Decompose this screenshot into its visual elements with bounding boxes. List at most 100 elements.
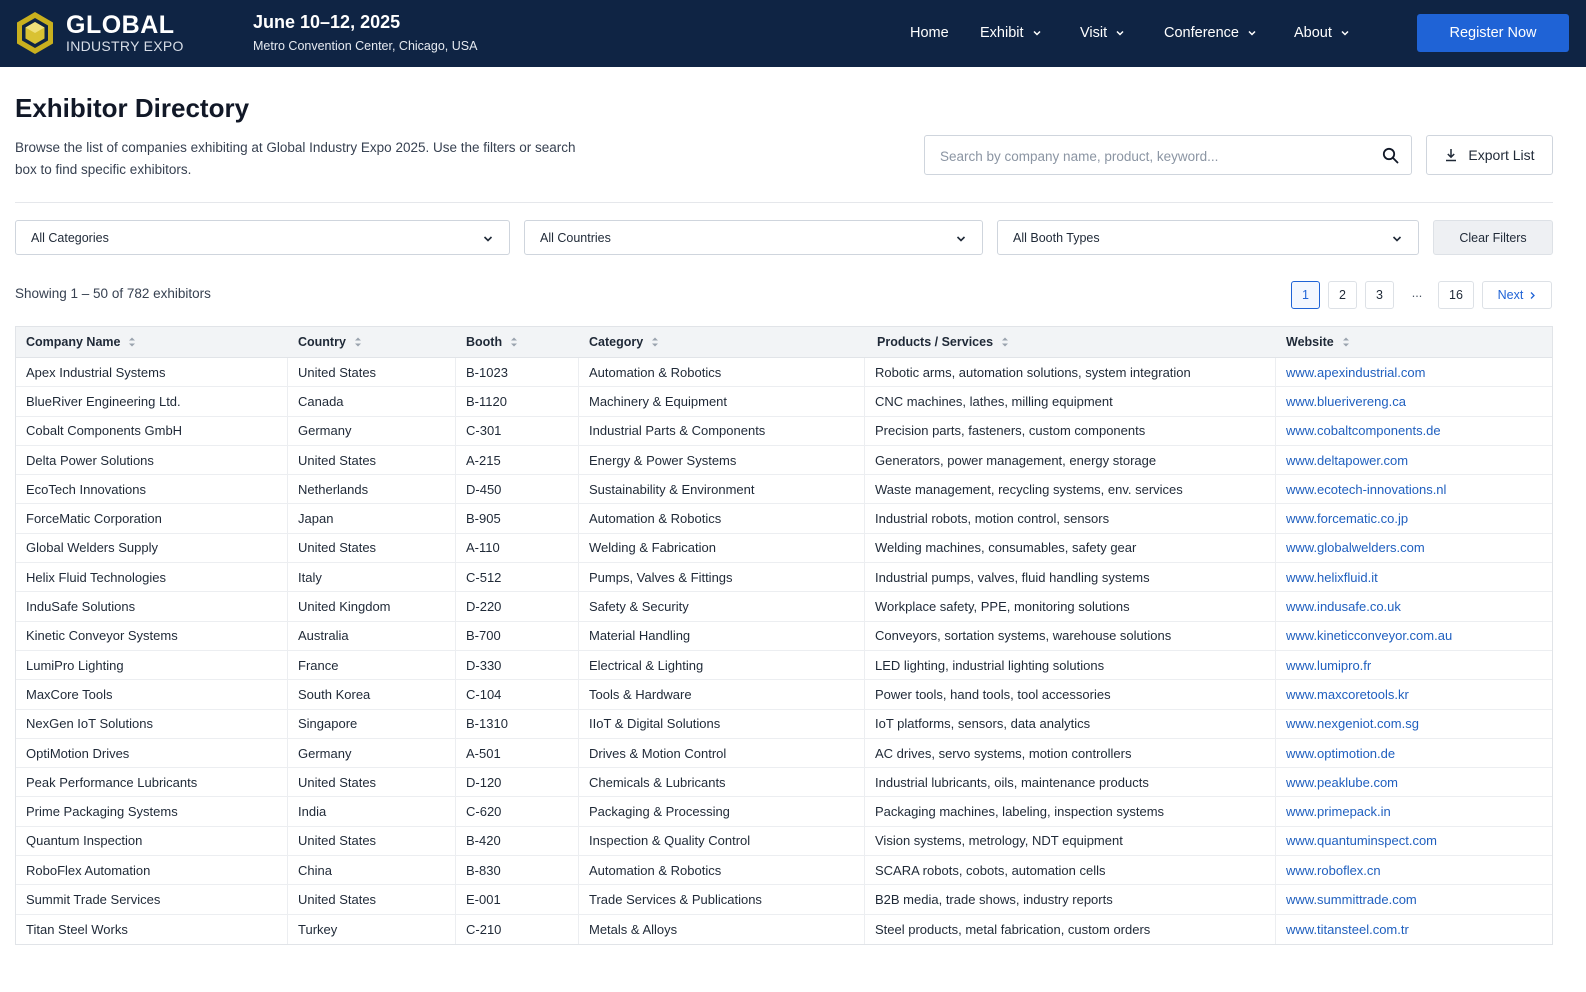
page-1-button[interactable]: 1 [1291, 281, 1320, 309]
booth-cell: B-1310 [456, 709, 579, 738]
website-link[interactable]: www.kineticconveyor.com.au [1276, 622, 1552, 650]
table-body: Apex Industrial Systems United States B-10… [16, 358, 1552, 944]
products-cell: Industrial lubricants, oils, maintenance… [865, 768, 1276, 797]
country-cell: United States [288, 358, 456, 387]
company-name-cell: LumiPro Lighting [16, 650, 288, 680]
booth-cell: D-330 [456, 650, 579, 680]
column-header-website[interactable]: Website [1276, 327, 1552, 357]
search-icon[interactable] [1382, 147, 1399, 164]
column-header-company[interactable]: Company Name [16, 327, 288, 357]
column-header-category[interactable]: Category [579, 327, 865, 357]
table-row[interactable]: Global Welders Supply United States A-110 W… [16, 533, 1552, 564]
website-link[interactable]: www.helixfluid.it [1276, 563, 1552, 591]
table-row[interactable]: RoboFlex Automation China B-830 Automation … [16, 856, 1552, 886]
nav-exhibit[interactable]: Exhibit [980, 25, 1042, 41]
nav-about[interactable]: About [1294, 25, 1350, 41]
website-link[interactable]: www.primepack.in [1276, 797, 1552, 825]
website-link[interactable]: www.forcematic.co.jp [1276, 504, 1552, 532]
country-cell: United States [288, 768, 456, 797]
sort-icon [354, 337, 361, 347]
company-name-cell: Prime Packaging Systems [16, 797, 288, 826]
sort-icon [511, 337, 518, 347]
search-input[interactable] [940, 145, 1370, 167]
table-row[interactable]: OptiMotion Drives Germany A-501 Drives & Mo… [16, 738, 1552, 769]
category-filter-select[interactable]: All Categories [15, 220, 510, 255]
website-link[interactable]: www.peaklube.com [1276, 768, 1552, 796]
table-row[interactable]: LumiPro Lighting France D-330 Electrical & … [16, 650, 1552, 681]
booth-type-filter-select[interactable]: All Booth Types [997, 220, 1419, 255]
website-link[interactable]: www.cobaltcomponents.de [1276, 417, 1552, 445]
chevron-down-icon [1033, 30, 1041, 36]
next-page-button[interactable]: Next [1482, 281, 1552, 309]
export-list-button[interactable]: Export List [1426, 135, 1553, 175]
category-cell: Trade Services & Publications [579, 885, 865, 914]
website-link[interactable]: www.bluerivereng.ca [1276, 387, 1552, 415]
website-link[interactable]: www.nexgeniot.com.sg [1276, 710, 1552, 738]
export-list-label: Export List [1468, 147, 1535, 163]
column-header-booth[interactable]: Booth [456, 327, 579, 357]
table-row[interactable]: EcoTech Innovations Netherlands D-450 Susta… [16, 475, 1552, 505]
products-cell: Welding machines, consumables, safety ge… [865, 533, 1276, 563]
booth-cell: D-450 [456, 475, 579, 504]
hexagon-logo-icon[interactable] [15, 11, 55, 55]
category-cell: Electrical & Lighting [579, 650, 865, 680]
brand-subtitle[interactable]: INDUSTRY EXPO [66, 38, 184, 54]
chevron-down-icon [956, 236, 966, 242]
page-2-button[interactable]: 2 [1328, 281, 1357, 309]
category-cell: Automation & Robotics [579, 358, 865, 387]
website-link[interactable]: www.titansteel.com.tr [1276, 915, 1552, 944]
nav-visit[interactable]: Visit [1080, 25, 1125, 41]
category-filter-value: All Categories [31, 231, 109, 245]
company-name-cell: ForceMatic Corporation [16, 504, 288, 533]
products-cell: Robotic arms, automation solutions, syst… [865, 358, 1276, 387]
table-row[interactable]: MaxCore Tools South Korea C-104 Tools & Har… [16, 680, 1552, 710]
nav-home[interactable]: Home [910, 25, 949, 41]
website-link[interactable]: www.indusafe.co.uk [1276, 592, 1552, 620]
page-3-button[interactable]: 3 [1365, 281, 1394, 309]
table-row[interactable]: InduSafe Solutions United Kingdom D-220 Saf… [16, 592, 1552, 622]
event-venue: Metro Convention Center, Chicago, USA [253, 39, 478, 53]
booth-cell: C-104 [456, 680, 579, 709]
table-row[interactable]: Kinetic Conveyor Systems Australia B-700 Ma… [16, 621, 1552, 651]
table-row[interactable]: Helix Fluid Technologies Italy C-512 Pumps,… [16, 563, 1552, 593]
table-row[interactable]: ForceMatic Corporation Japan B-905 Automati… [16, 504, 1552, 534]
products-cell: Power tools, hand tools, tool accessorie… [865, 680, 1276, 709]
company-name-cell: Cobalt Components GmbH [16, 416, 288, 445]
website-link[interactable]: www.quantuminspect.com [1276, 827, 1552, 855]
website-link[interactable]: www.lumipro.fr [1276, 651, 1552, 679]
website-link[interactable]: www.summittrade.com [1276, 885, 1552, 913]
website-link[interactable]: www.optimotion.de [1276, 739, 1552, 767]
table-row[interactable]: Cobalt Components GmbH Germany C-301 Indust… [16, 416, 1552, 446]
company-name-cell: Kinetic Conveyor Systems [16, 621, 288, 650]
table-row[interactable]: Titan Steel Works Turkey C-210 Metals & All… [16, 914, 1552, 944]
booth-cell: E-001 [456, 885, 579, 914]
column-header-country[interactable]: Country [288, 327, 456, 357]
country-cell: Germany [288, 738, 456, 768]
column-header-label: Website [1286, 335, 1334, 349]
table-row[interactable]: Prime Packaging Systems India C-620 Packagi… [16, 797, 1552, 827]
country-filter-select[interactable]: All Countries [524, 220, 983, 255]
table-row[interactable]: Quantum Inspection United States B-420 Insp… [16, 826, 1552, 857]
table-row[interactable]: Summit Trade Services United States E-001 T… [16, 885, 1552, 915]
column-header-label: Country [298, 335, 346, 349]
clear-filters-button[interactable]: Clear Filters [1433, 220, 1553, 255]
category-cell: Chemicals & Lubricants [579, 768, 865, 797]
column-header-products[interactable]: Products / Services [865, 327, 1276, 357]
website-link[interactable]: www.ecotech-innovations.nl [1276, 475, 1552, 503]
register-now-button[interactable]: Register Now [1417, 14, 1569, 52]
table-row[interactable]: Apex Industrial Systems United States B-10… [16, 358, 1552, 388]
nav-conference[interactable]: Conference [1164, 25, 1257, 41]
table-row[interactable]: Delta Power Solutions United States A-215 E… [16, 445, 1552, 476]
page-16-button[interactable]: 16 [1438, 281, 1474, 309]
brand-name[interactable]: GLOBAL [66, 11, 175, 40]
country-cell: France [288, 650, 456, 680]
website-link[interactable]: www.maxcoretools.kr [1276, 680, 1552, 708]
table-row[interactable]: NexGen IoT Solutions Singapore B-1310 IIoT … [16, 709, 1552, 739]
products-cell: Steel products, metal fabrication, custo… [865, 914, 1276, 944]
table-row[interactable]: BlueRiver Engineering Ltd. Canada B-1120 Ma… [16, 387, 1552, 417]
table-row[interactable]: Peak Performance Lubricants United States… [16, 768, 1552, 798]
website-link[interactable]: www.globalwelders.com [1276, 534, 1552, 562]
website-link[interactable]: www.apexindustrial.com [1276, 358, 1552, 386]
website-link[interactable]: www.roboflex.cn [1276, 856, 1552, 884]
website-link[interactable]: www.deltapower.com [1276, 446, 1552, 474]
